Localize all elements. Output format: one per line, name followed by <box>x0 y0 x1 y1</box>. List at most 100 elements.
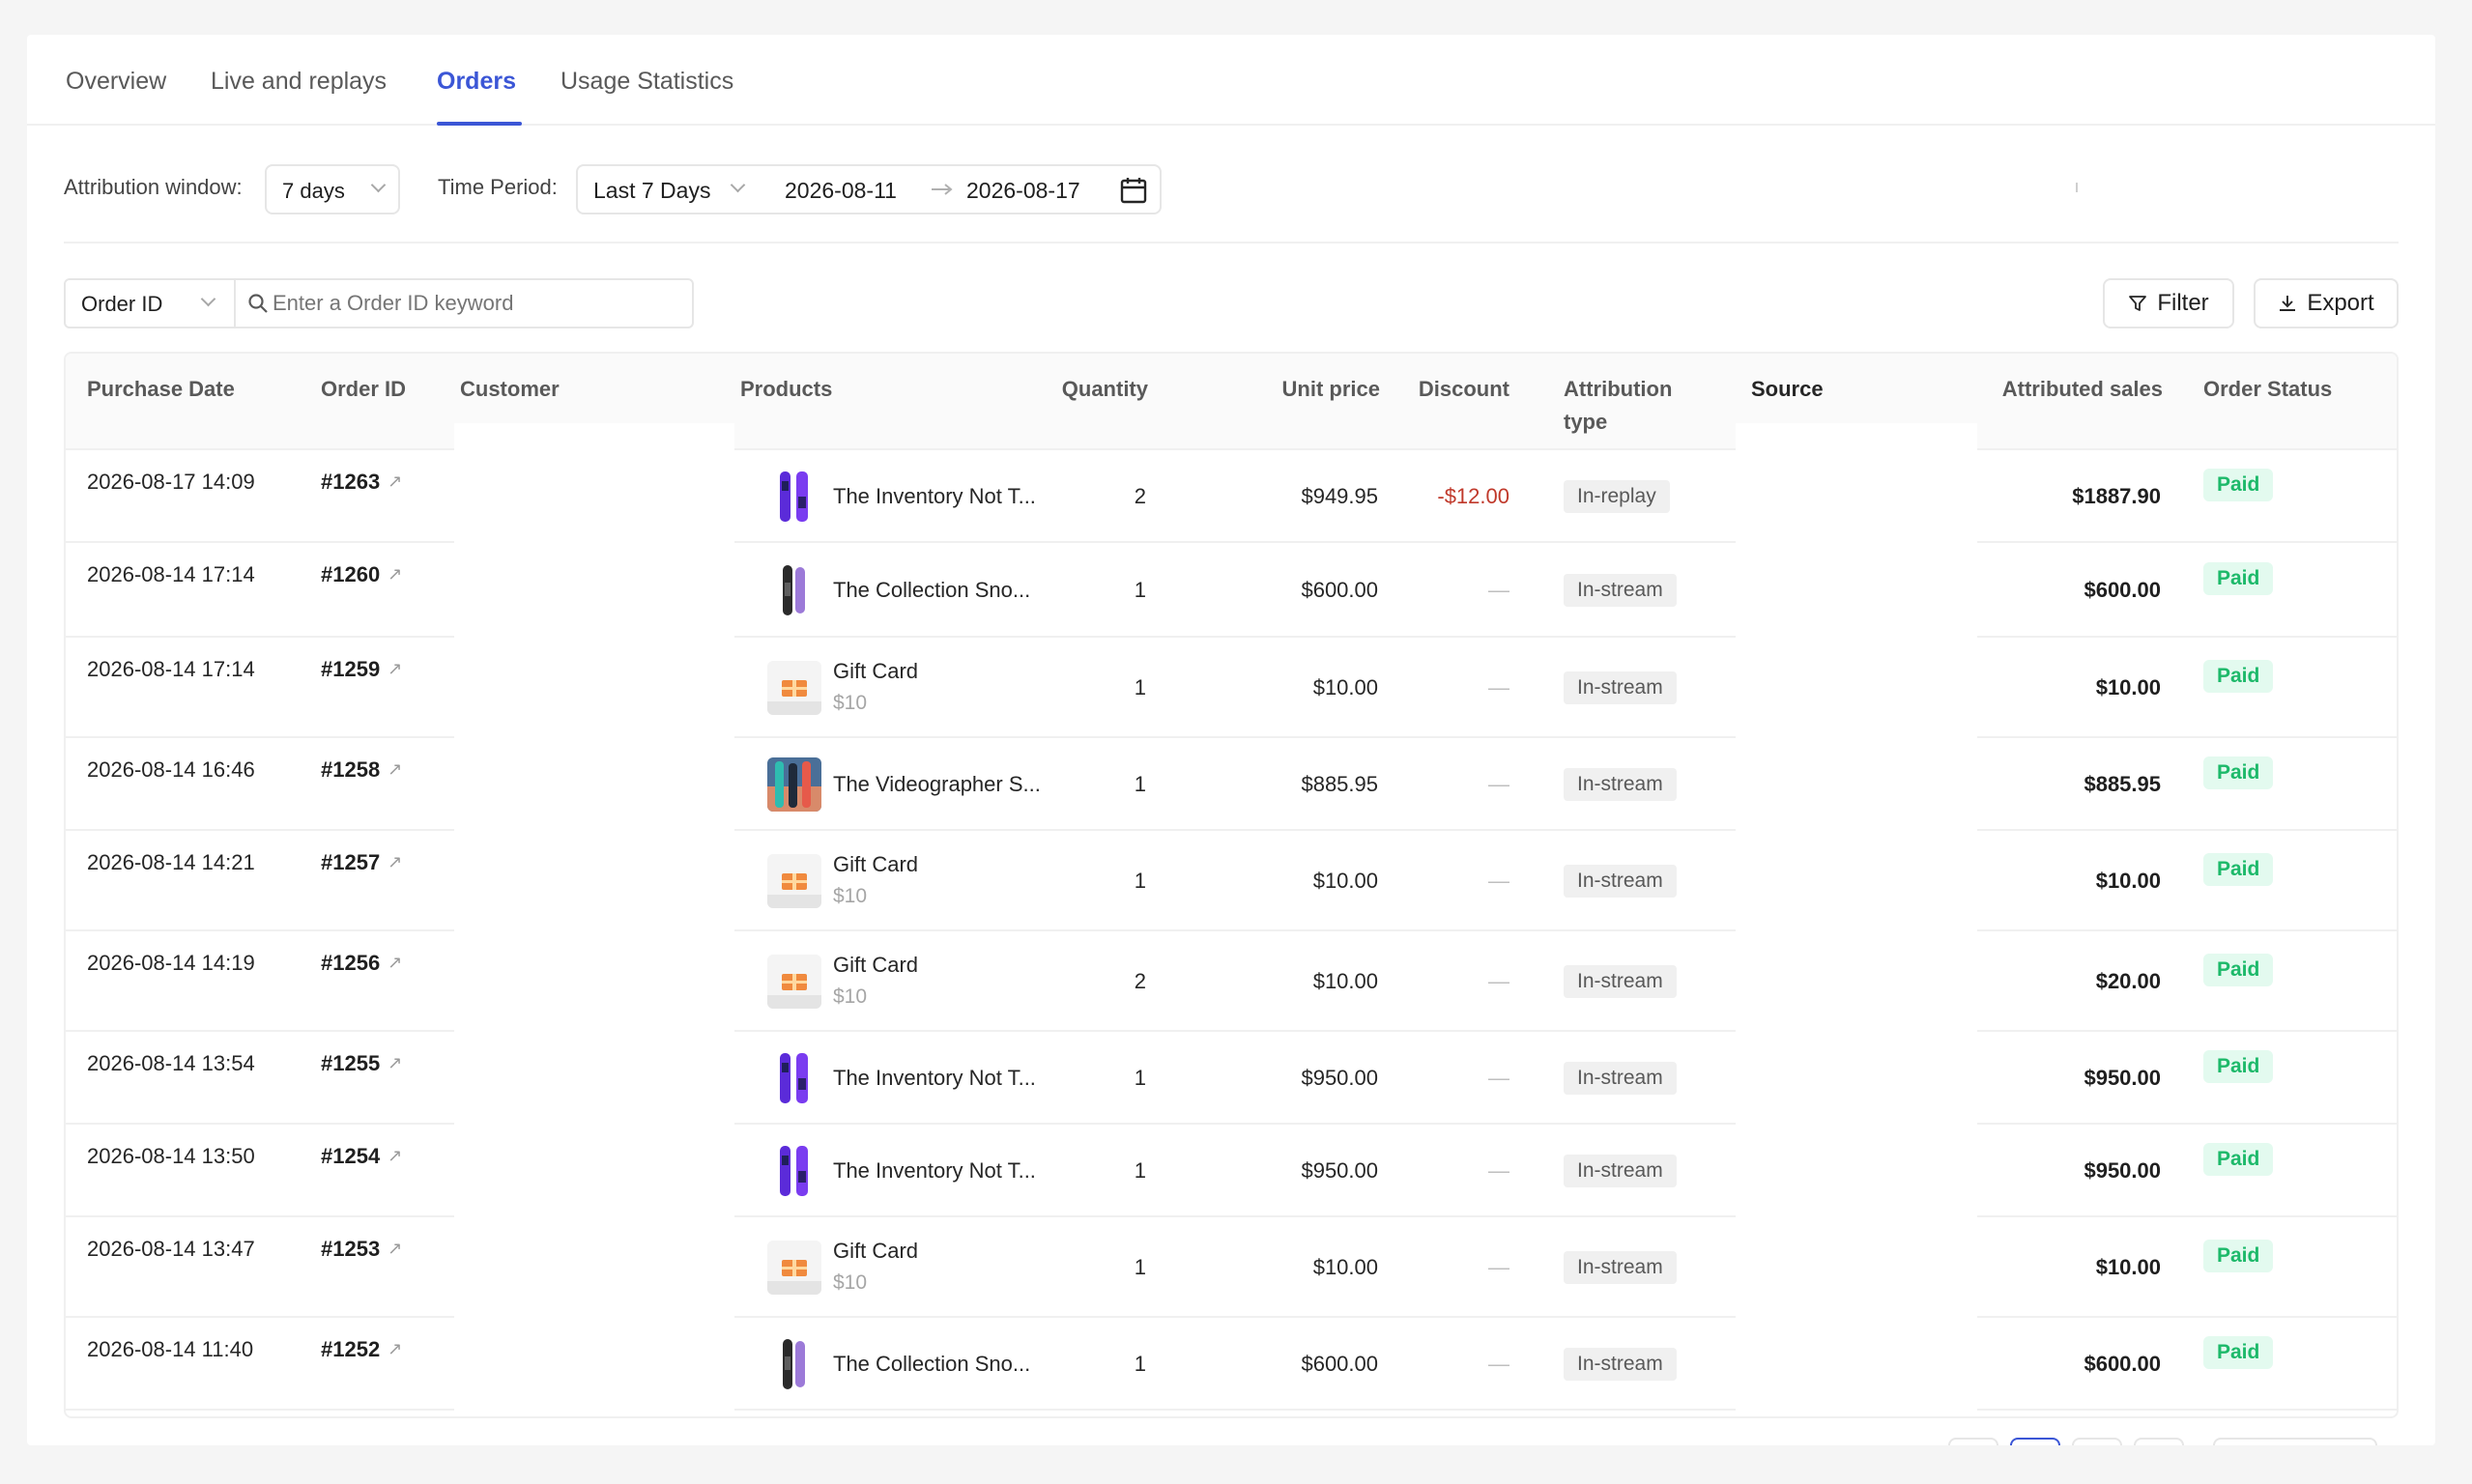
date-start[interactable]: 2026-08-11 <box>785 178 897 204</box>
product-thumbnail-gift-card <box>767 661 821 715</box>
col-products[interactable]: Products <box>740 373 832 406</box>
order-id-link[interactable]: #1257 ↗ <box>321 850 402 875</box>
status-badge: Paid <box>2203 469 2274 501</box>
order-id-link[interactable]: #1259 ↗ <box>321 657 402 682</box>
product-name[interactable]: The Inventory Not T... <box>833 1066 1036 1091</box>
page-next-button[interactable] <box>2134 1438 2184 1445</box>
order-id: #1260 <box>321 562 381 586</box>
status-badge: Paid <box>2203 1336 2274 1369</box>
external-link-icon: ↗ <box>388 1053 403 1072</box>
quantity: 1 <box>1134 772 1146 796</box>
order-id-link[interactable]: #1253 ↗ <box>321 1237 402 1262</box>
order-id: #1257 <box>321 850 381 874</box>
time-period-picker[interactable]: Last 7 Days 2026-08-11 2026-08-17 <box>576 164 1162 214</box>
status-badge: Paid <box>2203 853 2274 886</box>
product-thumbnail-photo-snowboard <box>767 757 821 812</box>
purchase-date: 2026-08-14 14:21 <box>87 850 255 874</box>
date-end[interactable]: 2026-08-17 <box>966 178 1080 204</box>
discount: — <box>1488 1352 1509 1376</box>
table-row[interactable]: 2026-08-14 17:14 #1259 ↗ Gift Card $10 1 $10.0… <box>66 638 2397 738</box>
external-link-icon: ↗ <box>388 471 403 491</box>
discount: — <box>1488 578 1509 602</box>
table-header: Purchase Date Order ID Customer Products… <box>66 354 2397 450</box>
discount: — <box>1488 1158 1509 1183</box>
product-name[interactable]: The Inventory Not T... <box>833 1158 1036 1184</box>
product-name[interactable]: The Collection Sno... <box>833 1352 1030 1377</box>
page-size-select[interactable] <box>2213 1438 2377 1445</box>
order-id-link[interactable]: #1260 ↗ <box>321 562 402 587</box>
col-order-status[interactable]: Order Status <box>2203 373 2332 406</box>
order-id: #1263 <box>321 470 381 494</box>
filter-button[interactable]: Filter <box>2103 278 2234 328</box>
discount: — <box>1488 969 1509 993</box>
purchase-date: 2026-08-14 17:14 <box>87 562 255 586</box>
tab-live-and-replays[interactable]: Live and replays <box>211 68 387 96</box>
table-row[interactable]: 2026-08-14 17:14 #1260 ↗ The Collection Sno… <box>66 543 2397 638</box>
order-id-link[interactable]: #1258 ↗ <box>321 757 402 783</box>
unit-price: $10.00 <box>1312 969 1378 993</box>
export-button[interactable]: Export <box>2254 278 2399 328</box>
tab-overview[interactable]: Overview <box>66 68 166 96</box>
order-search-input[interactable] <box>273 286 678 321</box>
table-row[interactable]: 2026-08-17 14:09 #1263 ↗ The Inventory Not … <box>66 450 2397 543</box>
time-period-value[interactable]: Last 7 Days <box>593 178 710 204</box>
product-thumbnail-gift-card <box>767 854 821 908</box>
col-quantity[interactable]: Quantity <box>1013 373 1148 406</box>
export-button-label: Export <box>2307 290 2374 316</box>
col-unit-price[interactable]: Unit price <box>1206 373 1380 406</box>
page-prev-button[interactable] <box>1948 1438 1998 1445</box>
order-search-group: Order ID <box>64 278 694 328</box>
col-attribution-type[interactable]: Attribution type <box>1564 373 1672 439</box>
table-row[interactable]: 2026-08-14 13:54 #1255 ↗ The Inventory Not … <box>66 1032 2397 1125</box>
col-source[interactable]: Source <box>1751 373 1824 406</box>
table-row[interactable]: 2026-08-14 16:46 #1258 ↗ The Videographer S… <box>66 738 2397 831</box>
order-id-link[interactable]: #1252 ↗ <box>321 1337 402 1362</box>
order-id-link[interactable]: #1256 ↗ <box>321 951 402 976</box>
product-name[interactable]: Gift Card <box>833 852 918 877</box>
status-badge: Paid <box>2203 1143 2274 1176</box>
page-2-button[interactable] <box>2072 1438 2122 1445</box>
filter-icon <box>2129 296 2147 311</box>
order-id-link[interactable]: #1263 ↗ <box>321 470 402 495</box>
attribution-type-tag: In-stream <box>1564 1155 1677 1187</box>
order-id-link[interactable]: #1255 ↗ <box>321 1051 402 1076</box>
col-discount[interactable]: Discount <box>1399 373 1509 406</box>
col-customer[interactable]: Customer <box>460 373 560 406</box>
attribution-window-select[interactable]: 7 days <box>265 164 400 214</box>
attribution-type-tag: In-stream <box>1564 768 1677 801</box>
attribution-type-tag: In-stream <box>1564 1251 1677 1284</box>
tab-orders[interactable]: Orders <box>437 68 516 96</box>
download-icon <box>2280 296 2296 311</box>
order-id-link[interactable]: #1254 ↗ <box>321 1144 402 1169</box>
attributed-sales: $20.00 <box>2095 969 2161 993</box>
product-name[interactable]: The Inventory Not T... <box>833 484 1036 509</box>
table-row[interactable]: 2026-08-14 13:50 #1254 ↗ The Inventory Not … <box>66 1125 2397 1217</box>
page-1-button[interactable] <box>2010 1438 2060 1445</box>
table-row[interactable]: 2026-08-14 14:19 #1256 ↗ Gift Card $10 2 $10.0… <box>66 931 2397 1032</box>
chevron-down-icon <box>370 177 387 193</box>
table-row[interactable]: 2026-08-14 13:47 #1253 ↗ Gift Card $10 1 $10.0… <box>66 1217 2397 1318</box>
col-purchase-date[interactable]: Purchase Date <box>87 373 235 406</box>
search-field-select[interactable]: Order ID <box>66 280 236 327</box>
product-name[interactable]: Gift Card <box>833 953 918 978</box>
product-name[interactable]: Gift Card <box>833 1239 918 1264</box>
tab-usage-statistics[interactable]: Usage Statistics <box>561 68 733 96</box>
col-attributed-sales[interactable]: Attributed sales <box>1960 373 2163 406</box>
attributed-sales: $885.95 <box>2084 772 2161 796</box>
product-variant: $10 <box>833 1271 868 1294</box>
discount: — <box>1488 772 1509 796</box>
product-variant: $10 <box>833 885 868 907</box>
table-row[interactable]: 2026-08-14 11:40 #1252 ↗ The Collection Sno… <box>66 1318 2397 1411</box>
col-order-id[interactable]: Order ID <box>321 373 406 406</box>
customer-column-mask <box>454 423 734 1416</box>
calendar-icon[interactable] <box>1119 176 1148 205</box>
attribution-type-tag: In-stream <box>1564 965 1677 998</box>
product-name[interactable]: The Collection Sno... <box>833 578 1030 603</box>
product-name[interactable]: Gift Card <box>833 659 918 684</box>
orders-table: Purchase Date Order ID Customer Products… <box>64 352 2399 1418</box>
product-name[interactable]: The Videographer S... <box>833 772 1041 797</box>
attribution-type-tag: In-replay <box>1564 480 1670 513</box>
table-row[interactable]: 2026-08-14 14:21 #1257 ↗ Gift Card $10 1 $10.0… <box>66 831 2397 931</box>
discount: — <box>1488 869 1509 893</box>
attributed-sales: $600.00 <box>2084 578 2161 602</box>
